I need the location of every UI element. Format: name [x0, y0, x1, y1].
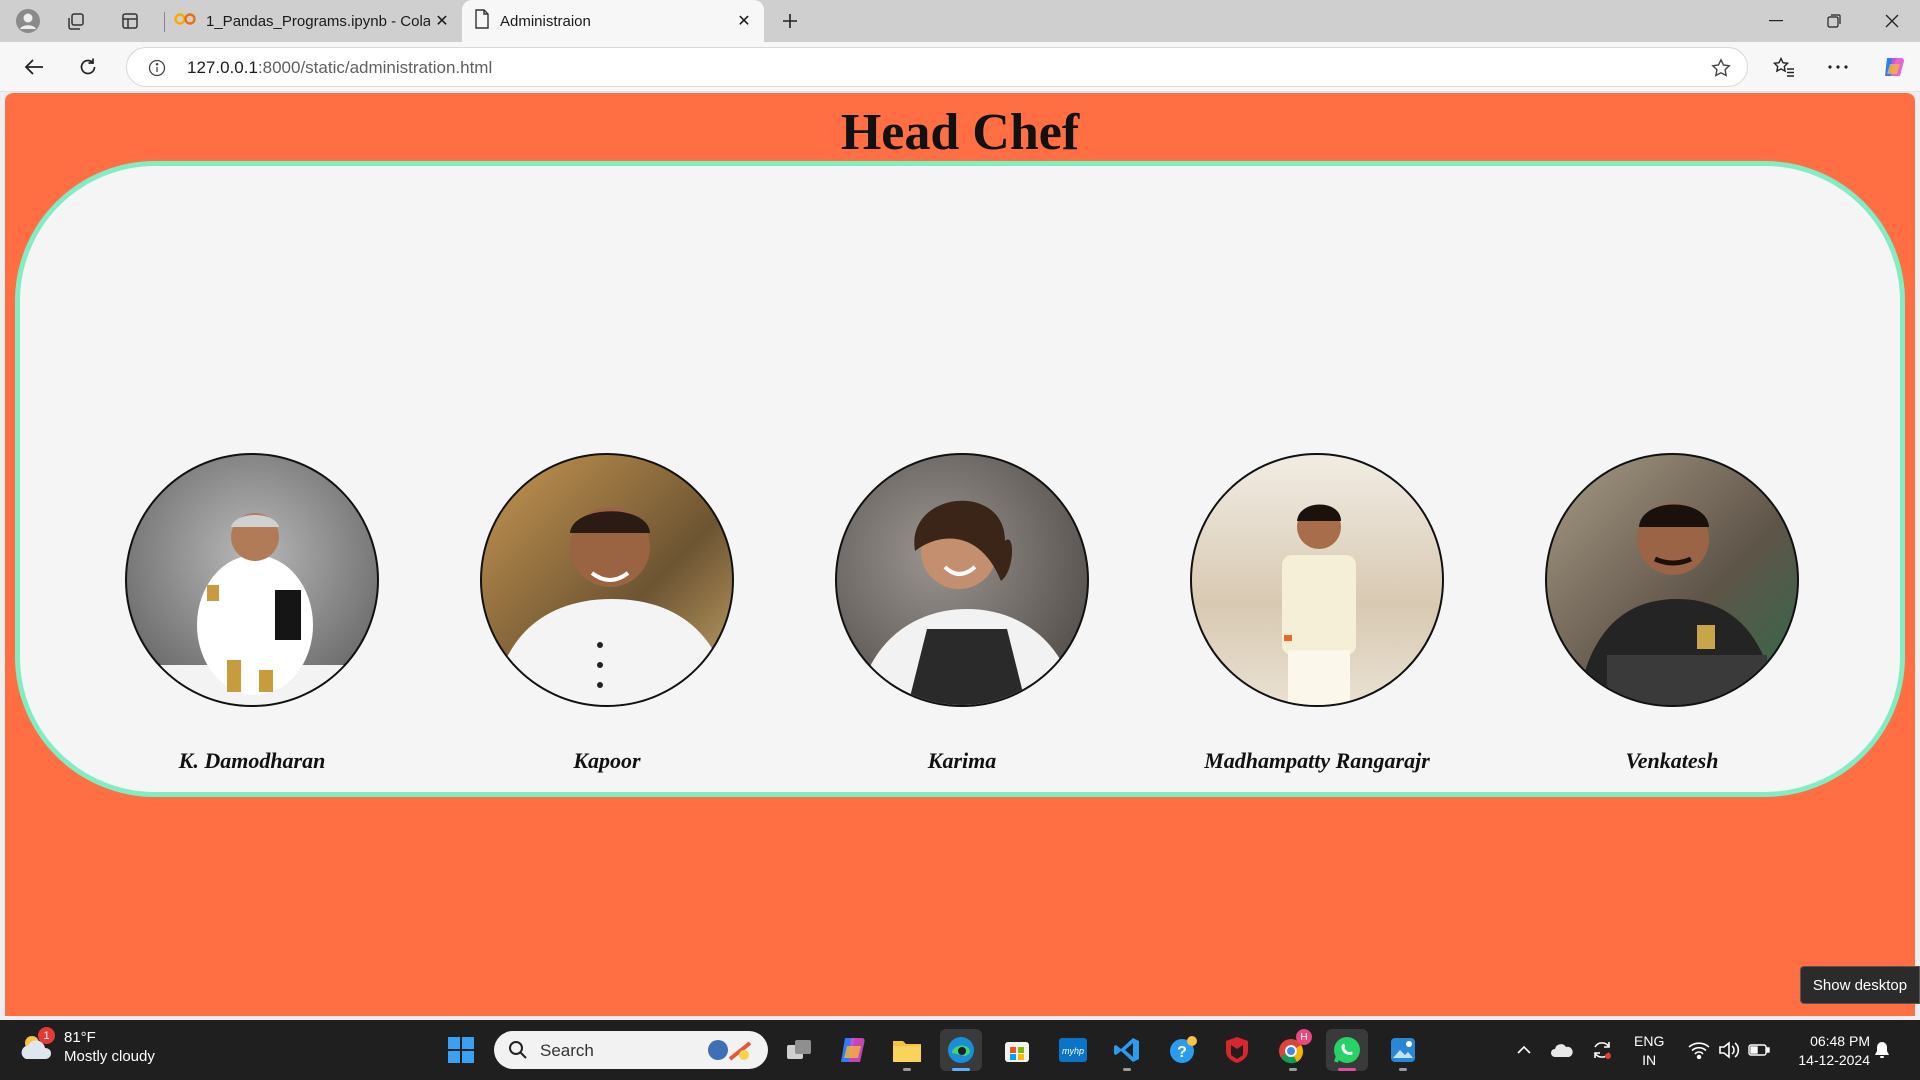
taskbar: 1 81°F Mostly cloudy Search myhp ? H ENG… [0, 1020, 1920, 1080]
cloud-icon: 1 [18, 1027, 55, 1065]
chef-photo [1190, 453, 1444, 707]
chef-name: Madhampatty Rangarajr [1204, 748, 1430, 773]
lang-code: ENG [1634, 1033, 1665, 1049]
workspaces-icon[interactable] [60, 6, 92, 36]
taskbar-search[interactable]: Search [494, 1031, 768, 1069]
notification-bell-icon[interactable] [1872, 1020, 1892, 1080]
refresh-button[interactable] [70, 50, 106, 84]
volume-icon [1714, 1041, 1744, 1059]
tab-title: 1_Pandas_Programs.ipynb - Colab [206, 12, 430, 30]
profile-badge: H [1296, 1029, 1312, 1045]
info-icon[interactable] [143, 54, 171, 82]
url-text[interactable]: 127.0.0.1:8000/static/administration.htm… [187, 58, 492, 78]
tab-actions-icon[interactable] [114, 6, 146, 36]
start-button[interactable] [440, 1029, 482, 1071]
status-icons[interactable] [1684, 1020, 1774, 1080]
copilot-icon[interactable] [1876, 50, 1912, 84]
clock[interactable]: 06:48 PM 14-12-2024 [1798, 1032, 1870, 1070]
page-viewport: Head Chef K. Damodharan Kapoor Karima Ma… [5, 93, 1915, 1016]
battery-icon [1744, 1043, 1774, 1057]
whatsapp-icon[interactable] [1326, 1029, 1368, 1071]
svg-text:?: ? [1177, 1044, 1187, 1061]
chef-photo [125, 453, 379, 707]
new-tab-button[interactable] [774, 6, 806, 36]
search-icon [509, 1041, 527, 1059]
store-icon[interactable] [996, 1029, 1038, 1071]
tab-separator [164, 12, 165, 32]
chef-name: K. Damodharan [178, 748, 326, 773]
profile-icon[interactable] [12, 6, 44, 36]
running-indicator [1123, 1068, 1131, 1071]
search-placeholder: Search [540, 1041, 594, 1060]
wifi-icon [1684, 1041, 1714, 1059]
temperature: 81°F [64, 1029, 96, 1046]
chevron-up-icon[interactable] [1512, 1045, 1536, 1055]
svg-text:myhp: myhp [1062, 1046, 1084, 1056]
tab-colab[interactable]: 1_Pandas_Programs.ipynb - Colab ✕ [166, 0, 462, 42]
close-window-button[interactable] [1864, 0, 1920, 42]
weather-condition: Mostly cloudy [64, 1048, 155, 1065]
url-host: 127.0.0.1 [187, 58, 258, 77]
tab-title: Administraion [500, 12, 591, 30]
myhp-icon[interactable]: myhp [1052, 1029, 1094, 1071]
close-icon[interactable]: ✕ [732, 9, 756, 33]
search-highlight-icon [708, 1040, 752, 1061]
weather-badge: 1 [38, 1027, 55, 1044]
chef-name: Karima [927, 748, 997, 773]
running-indicator [952, 1068, 970, 1071]
minimize-button[interactable] [1748, 0, 1804, 42]
url-path: :8000/static/administration.html [257, 58, 493, 77]
chrome-icon[interactable]: H [1272, 1029, 1314, 1071]
show-desktop-tooltip: Show desktop [1800, 966, 1920, 1004]
lang-region: IN [1642, 1052, 1657, 1068]
onedrive-icon[interactable] [1542, 1042, 1582, 1058]
favorite-star-icon[interactable] [1707, 54, 1735, 82]
running-indicator [1289, 1068, 1297, 1071]
chef-name: Venkatesh [1625, 748, 1719, 773]
tab-strip: 1_Pandas_Programs.ipynb - Colab ✕ Admini… [0, 0, 1920, 42]
date-text: 14-12-2024 [1798, 1052, 1870, 1068]
more-options-icon[interactable] [1820, 50, 1856, 84]
copilot-app-icon[interactable] [832, 1029, 874, 1071]
language-indicator[interactable]: ENG IN [1634, 1032, 1664, 1070]
time-text: 06:48 PM [1810, 1033, 1870, 1049]
page-title: Head Chef [840, 104, 1080, 161]
mcafee-icon[interactable] [1216, 1029, 1258, 1071]
system-tray [1512, 1020, 1622, 1080]
chef-photo [835, 453, 1089, 707]
colab-icon [174, 12, 196, 30]
close-icon[interactable]: ✕ [430, 9, 454, 33]
chef-card: K. Damodharan Kapoor Karima Madhampatty … [15, 161, 1905, 797]
running-indicator [1338, 1068, 1356, 1071]
vscode-icon[interactable] [1106, 1029, 1148, 1071]
tab-administraion[interactable]: Administraion ✕ [462, 0, 764, 42]
address-bar[interactable]: 127.0.0.1:8000/static/administration.htm… [126, 47, 1748, 87]
restore-button[interactable] [1806, 0, 1862, 42]
back-button[interactable] [16, 50, 52, 84]
chef-photo [1545, 453, 1799, 707]
favorites-icon[interactable] [1766, 50, 1802, 84]
get-help-icon[interactable]: ? [1162, 1029, 1204, 1071]
page-icon [474, 9, 490, 33]
file-explorer-icon[interactable] [886, 1029, 928, 1071]
chef-photo [480, 453, 734, 707]
weather-widget[interactable]: 1 81°F Mostly cloudy [18, 1027, 155, 1066]
photos-icon[interactable] [1382, 1029, 1424, 1071]
edge-browser-icon[interactable] [940, 1029, 982, 1071]
browser-toolbar: 127.0.0.1:8000/static/administration.htm… [0, 42, 1920, 92]
sync-icon[interactable] [1582, 1039, 1622, 1061]
task-view-icon[interactable] [778, 1029, 820, 1071]
running-indicator [903, 1068, 911, 1071]
running-indicator [1399, 1068, 1407, 1071]
chef-name: Kapoor [573, 748, 641, 773]
